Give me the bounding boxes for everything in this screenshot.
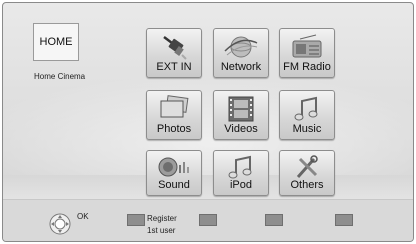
tile-label: EXT IN xyxy=(156,61,192,73)
tile-label: Videos xyxy=(224,123,258,135)
home-title: HOME xyxy=(39,36,73,48)
film-strip-icon xyxy=(228,96,254,122)
tile-ext-in[interactable]: EXT IN xyxy=(146,28,202,78)
radio-icon xyxy=(292,34,322,58)
tile-label: Sound xyxy=(158,179,190,191)
home-screen: HOME Home Cinema EXT IN Network FM Radio… xyxy=(2,2,414,242)
globe-network-icon xyxy=(224,36,258,58)
tile-videos[interactable]: Videos xyxy=(213,90,269,140)
photos-icon xyxy=(160,95,189,118)
color-key-3[interactable] xyxy=(265,214,283,226)
ipod-music-icon xyxy=(228,155,252,179)
ok-button-icon[interactable] xyxy=(49,213,71,235)
speaker-sound-icon xyxy=(158,157,189,177)
tile-others[interactable]: Others xyxy=(279,150,335,196)
color-key-1[interactable] xyxy=(127,214,145,226)
tools-icon xyxy=(296,155,318,178)
home-subtitle: Home Cinema xyxy=(34,72,86,81)
tile-ipod[interactable]: iPod xyxy=(213,150,269,196)
home-title-box: HOME xyxy=(33,23,79,61)
color-key-2[interactable] xyxy=(199,214,217,226)
music-note-icon xyxy=(294,96,318,121)
tile-network[interactable]: Network xyxy=(213,28,269,78)
cable-plug-icon xyxy=(163,36,187,60)
tile-label: FM Radio xyxy=(283,61,331,73)
register-label-line2: 1st user xyxy=(147,226,176,235)
tile-label: Photos xyxy=(156,123,192,135)
floor-band xyxy=(3,175,413,199)
tile-label: Network xyxy=(220,61,262,73)
tile-label: iPod xyxy=(229,179,253,191)
tile-sound[interactable]: Sound xyxy=(146,150,202,196)
tile-fm-radio[interactable]: FM Radio xyxy=(279,28,335,78)
ok-label: OK xyxy=(77,212,89,221)
tile-label: Others xyxy=(290,179,324,191)
color-key-4[interactable] xyxy=(335,214,353,226)
tile-photos[interactable]: Photos xyxy=(146,90,202,140)
tile-label: Music xyxy=(292,123,322,135)
register-label-line1: Register xyxy=(147,214,177,223)
tile-music[interactable]: Music xyxy=(279,90,335,140)
